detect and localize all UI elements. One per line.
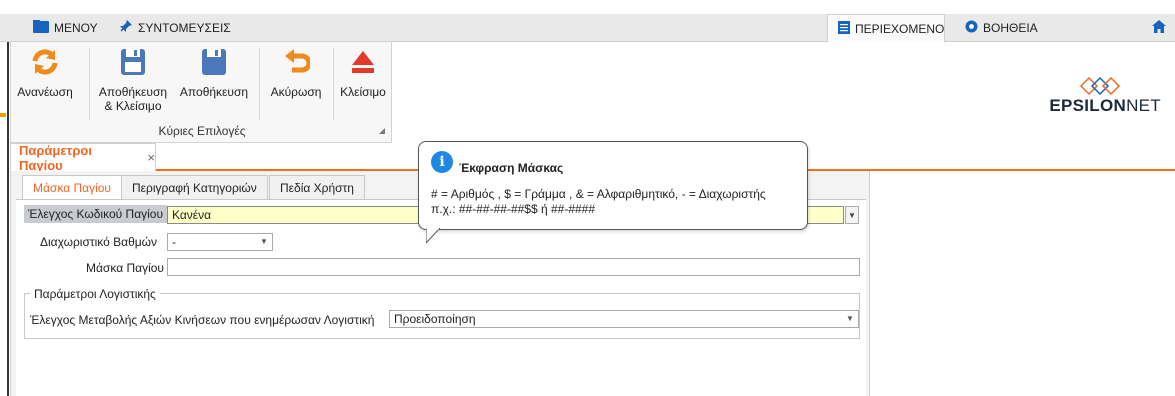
value-change-label: Έλεγχος Μεταβολής Αξιών Κινήσεων που ενη… — [30, 313, 375, 327]
undo-icon — [282, 48, 312, 85]
tab-content[interactable]: ΠΕΡΙΕΧΟΜΕΝΟ — [827, 14, 945, 42]
logo-text-bold: EPSILON — [1049, 96, 1127, 115]
home-icon — [1152, 20, 1166, 36]
mask-label: Μάσκα Παγίου — [86, 261, 164, 275]
save-and-close-button[interactable]: Αποθήκευση & Κλείσιμο — [93, 48, 173, 113]
chevron-down-icon: ▼ — [260, 237, 268, 246]
ribbon-group-label: Κύριες Επιλογές — [158, 124, 246, 138]
separator-select[interactable]: - ▼ — [167, 233, 273, 251]
ribbon-main-options: Ανανέωση Αποθήκευση & Κλείσιμο Αποθήκευσ… — [10, 42, 392, 143]
value-change-select[interactable]: Προειδοποίηση ▼ — [389, 310, 859, 328]
code-check-dropdown-icon[interactable]: ▼ — [845, 206, 859, 224]
tab-asset-mask-label: Μάσκα Παγίου — [33, 180, 111, 195]
document-tab-asset-parameters[interactable]: Παράμετροι Παγίου × — [10, 142, 156, 173]
tab-help[interactable]: ΒΟΗΘΕΙΑ — [955, 14, 1048, 42]
chevron-down-icon: ▼ — [846, 314, 854, 323]
cancel-label: Ακύρωση — [270, 85, 322, 99]
save-close-label-line2: & Κλείσιμο — [104, 99, 162, 113]
mask-expression-tooltip: i Έκφραση Μάσκας # = Αριθμός , $ = Γράμμ… — [418, 141, 808, 230]
eject-icon — [350, 48, 376, 85]
mask-input[interactable] — [167, 258, 860, 276]
tooltip-pointer — [426, 228, 441, 244]
ribbon-separator — [259, 48, 260, 120]
tab-user-fields[interactable]: Πεδία Χρήστη — [269, 175, 365, 200]
shortcuts-label: ΣΥΝΤΟΜΕΥΣΕΙΣ — [138, 21, 231, 35]
tab-user-fields-label: Πεδία Χρήστη — [280, 180, 354, 195]
cancel-button[interactable]: Ακύρωση — [263, 48, 329, 99]
window-left-edge — [7, 14, 9, 396]
value-change-value: Προειδοποίηση — [394, 312, 476, 326]
ribbon-separator — [89, 48, 90, 120]
pin-icon — [118, 19, 133, 37]
tab-asset-mask[interactable]: Μάσκα Παγίου — [22, 175, 122, 200]
logo-text-light: NET — [1126, 96, 1161, 115]
close-button[interactable]: Κλείσιμο — [335, 48, 391, 99]
code-check-label: Έλεγχος Κωδικού Παγίου — [24, 205, 168, 223]
document-icon — [838, 20, 850, 37]
tab-category-descriptions-label: Περιγραφή Κατηγοριών — [132, 180, 257, 195]
logo-mark-icon — [1080, 76, 1121, 96]
menu-button[interactable]: ΜΕΝΟΥ — [33, 14, 98, 42]
save-icon — [201, 48, 227, 85]
tab-content-label: ΠΕΡΙΕΧΟΜΕΝΟ — [855, 21, 945, 36]
ribbon-separator — [333, 48, 334, 120]
close-tab-icon[interactable]: × — [147, 150, 155, 165]
epsilonnet-logo: EPSILONNET — [1049, 76, 1161, 116]
refresh-icon — [31, 48, 59, 85]
separator-value: - — [172, 235, 176, 249]
tooltip-title: Έκφραση Μάσκας — [459, 161, 564, 175]
tab-help-label: ΒΟΗΘΕΙΑ — [983, 21, 1038, 35]
close-label: Κλείσιμο — [340, 85, 386, 99]
window-edge-marker — [0, 113, 6, 117]
refresh-label: Ανανέωση — [17, 85, 73, 99]
home-button[interactable] — [1152, 14, 1166, 42]
tab-category-descriptions[interactable]: Περιγραφή Κατηγοριών — [121, 175, 268, 200]
menu-bar: ΜΕΝΟΥ ΣΥΝΤΟΜΕΥΣΕΙΣ ΠΕΡΙΕΧΟΜΕΝΟ ΒΟΗΘΕΙΑ — [0, 14, 1175, 42]
logo-text: EPSILONNET — [1049, 96, 1161, 116]
menu-label: ΜΕΝΟΥ — [54, 21, 98, 35]
separator-label: Διαχωριστικό Βαθμών — [40, 235, 158, 249]
tooltip-line-1: # = Αριθμός , $ = Γράμμα , & = Αλφαριθμη… — [431, 187, 766, 201]
refresh-button[interactable]: Ανανέωση — [15, 48, 75, 99]
save-close-icon — [120, 48, 146, 85]
ribbon-launcher-icon[interactable] — [379, 128, 385, 134]
document-tab-title: Παράμετροι Παγίου — [19, 142, 92, 173]
save-close-label-line1: Αποθήκευση — [98, 85, 168, 99]
help-icon — [965, 20, 978, 36]
shortcuts-button[interactable]: ΣΥΝΤΟΜΕΥΣΕΙΣ — [118, 14, 231, 42]
folder-icon — [33, 20, 49, 36]
save-button[interactable]: Αποθήκευση — [177, 48, 251, 99]
tooltip-line-2: π.χ.: ##-##-##-##$$ ή ##-#### — [431, 202, 596, 216]
accounting-group-title: Παράμετροι Λογιστικής — [30, 287, 160, 301]
save-label: Αποθήκευση — [179, 85, 249, 99]
info-icon: i — [431, 151, 453, 173]
